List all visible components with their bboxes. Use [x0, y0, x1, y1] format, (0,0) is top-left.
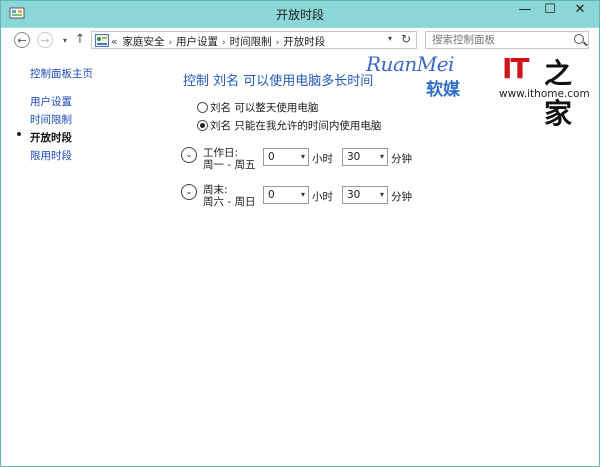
current-page-bullet-icon [17, 132, 21, 136]
radio-button[interactable] [197, 101, 208, 113]
address-box[interactable]: «家庭安全 › 用户设置 › 时间限制 › 开放时段 ▾ ↻ [91, 31, 417, 49]
sidebar-link-user-settings[interactable]: 用户设置 [30, 94, 72, 109]
breadcrumb-separator-icon[interactable]: › [168, 38, 172, 48]
weekday-title: 工作日: [203, 147, 239, 159]
select-value: 0 [268, 189, 275, 201]
title-bar: 开放时段 — ☐ ✕ [1, 1, 599, 27]
up-button[interactable]: ↑ [74, 32, 86, 48]
breadcrumb-item[interactable]: 家庭安全 [122, 36, 164, 48]
window-title: 开放时段 [275, 8, 324, 22]
weekday-hours-select[interactable]: 0 ▾ [263, 148, 309, 166]
window: 开放时段 — ☐ ✕ ← → ▾ ↑ « 家庭安全 › 用户设置 › 时间限制 › 开放时段 … [0, 0, 600, 467]
forward-button[interactable]: → [37, 32, 53, 48]
option-label[interactable]: 刘名 只能在我允许的时间内使用电脑 [210, 120, 381, 132]
ruanmei-watermark-logo: RuanMei [366, 52, 454, 76]
close-button[interactable]: ✕ [563, 1, 597, 21]
minutes-unit-label: 分钟 [391, 153, 412, 165]
ruanmei-cn-watermark: 软媒 [426, 80, 460, 100]
weekend-hours-select[interactable]: 0 ▾ [263, 186, 309, 204]
select-value: 30 [347, 189, 361, 201]
weekend-minutes-select[interactable]: 30 ▾ [342, 186, 388, 204]
weekend-title: 周末: [203, 184, 228, 196]
sidebar-link-allowed-hours[interactable]: 开放时段 [30, 130, 72, 145]
sidebar-link-time-limits[interactable]: 时间限制 [30, 112, 72, 127]
chevron-down-icon[interactable]: ▾ [380, 152, 384, 161]
breadcrumb-separator-icon[interactable]: › [276, 38, 280, 48]
weekday-range: 周一 - 周五 [203, 159, 256, 171]
select-value: 30 [347, 151, 361, 163]
hours-unit-label: 小时 [312, 191, 333, 203]
hours-unit-label: 小时 [312, 153, 333, 165]
radio-button-selected[interactable] [197, 119, 208, 131]
chevron-down-icon[interactable]: ▾ [301, 190, 305, 199]
recent-locations-button[interactable]: ▾ [60, 33, 70, 49]
chevron-down-icon[interactable]: ▾ [380, 190, 384, 199]
weekday-expand-icon[interactable]: ⌄ [181, 147, 197, 163]
breadcrumb-item[interactable]: 开放时段 [283, 36, 325, 48]
search-input[interactable] [430, 33, 574, 47]
sidebar-link-curfew[interactable]: 限用时段 [30, 148, 72, 163]
select-value: 0 [268, 151, 275, 163]
maximize-button[interactable]: ☐ [538, 1, 562, 21]
option-all-day[interactable]: 刘名 可以整天使用电脑 [197, 100, 318, 115]
refresh-icon[interactable]: ↻ [401, 32, 411, 46]
chevron-down-icon[interactable]: ▾ [301, 152, 305, 161]
weekend-label: 周末: 周六 - 周日 [203, 184, 255, 208]
control-panel-icon [95, 34, 109, 47]
weekend-expand-icon[interactable]: ⌄ [181, 184, 197, 200]
breadcrumb-item[interactable]: 用户设置 [176, 36, 218, 48]
address-dropdown-icon[interactable]: ▾ [388, 34, 392, 43]
breadcrumb-separator-icon[interactable]: › [222, 38, 226, 48]
ithome-it-logo: IT [502, 52, 529, 85]
search-icon[interactable] [574, 34, 584, 44]
page-heading: 控制 刘名 可以使用电脑多长时间 [183, 74, 374, 89]
weekday-label: 工作日: 周一 - 周五 [203, 147, 255, 171]
minimize-button[interactable]: — [513, 1, 537, 21]
minutes-unit-label: 分钟 [391, 191, 412, 203]
weekday-minutes-select[interactable]: 30 ▾ [342, 148, 388, 166]
back-button[interactable]: ← [14, 32, 30, 48]
option-label[interactable]: 刘名 可以整天使用电脑 [210, 102, 318, 114]
ithome-url-watermark: www.ithome.com [499, 88, 590, 100]
sidebar-link-home[interactable]: 控制面板主页 [30, 66, 93, 81]
breadcrumb: «家庭安全 › 用户设置 › 时间限制 › 开放时段 [111, 34, 325, 49]
breadcrumb-overflow-icon[interactable]: « [111, 36, 117, 48]
address-bar-row: ← → ▾ ↑ «家庭安全 › 用户设置 › 时间限制 › 开放时段 ▾ ↻ [1, 27, 599, 53]
option-limited[interactable]: 刘名 只能在我允许的时间内使用电脑 [197, 118, 381, 133]
search-box[interactable] [425, 31, 589, 49]
weekend-range: 周六 - 周日 [203, 196, 256, 208]
breadcrumb-item[interactable]: 时间限制 [230, 36, 272, 48]
content-area: 控制面板主页 用户设置 时间限制 开放时段 限用时段 控制 刘名 可以使用电脑多… [1, 53, 599, 466]
